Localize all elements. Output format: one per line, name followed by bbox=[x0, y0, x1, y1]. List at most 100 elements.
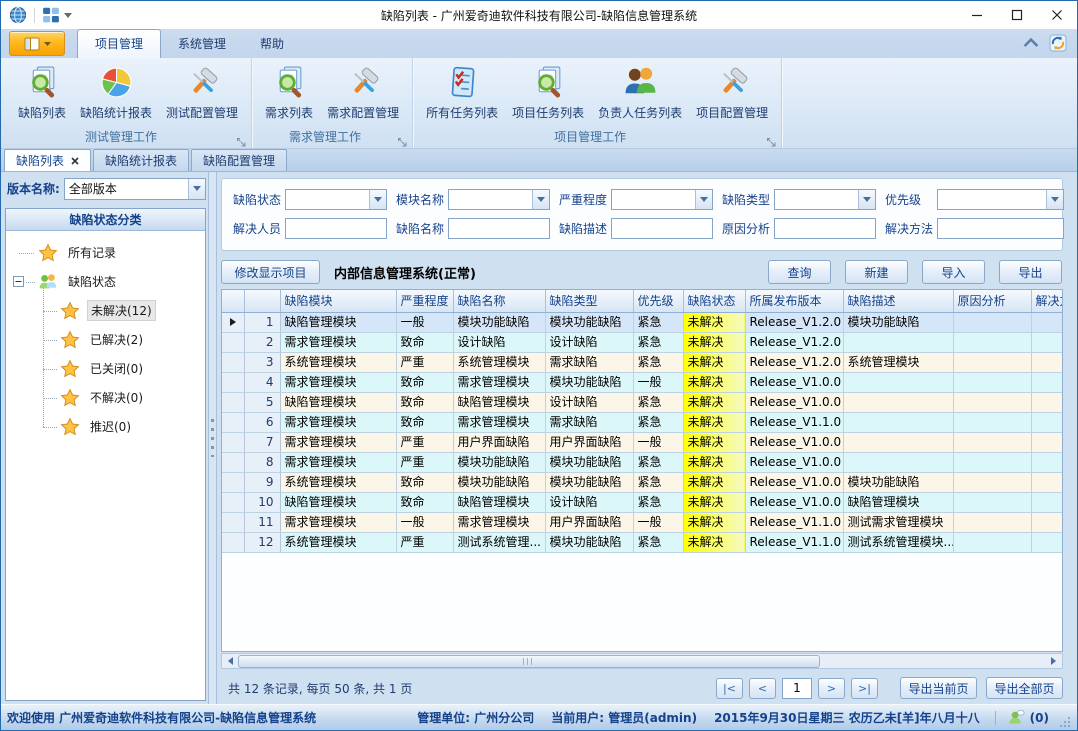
prev-page-button[interactable]: < bbox=[749, 678, 776, 699]
column-header[interactable]: 缺陷类型 bbox=[545, 290, 633, 312]
row-selector[interactable] bbox=[222, 332, 244, 352]
row-selector[interactable] bbox=[222, 472, 244, 492]
scrollbar-thumb[interactable] bbox=[238, 655, 820, 668]
column-header[interactable]: 缺陷名称 bbox=[453, 290, 545, 312]
tree-item[interactable]: 推迟(0) bbox=[6, 412, 205, 441]
tree-item[interactable]: 未解决(12) bbox=[6, 296, 205, 325]
doc-tab[interactable]: 缺陷列表 bbox=[4, 149, 91, 171]
column-header[interactable]: 优先级 bbox=[633, 290, 683, 312]
ribbon-button[interactable]: 缺陷列表 bbox=[11, 61, 73, 130]
version-select[interactable]: 全部版本 bbox=[64, 178, 206, 200]
table-row[interactable]: 9系统管理模块致命模块功能缺陷模块功能缺陷紧急未解决Release_V1.0.0… bbox=[222, 472, 1063, 492]
export-current-page-button[interactable]: 导出当前页 bbox=[900, 677, 977, 699]
export-button[interactable]: 导出 bbox=[999, 260, 1062, 284]
row-selector[interactable] bbox=[222, 452, 244, 472]
maximize-button[interactable] bbox=[997, 1, 1037, 29]
chevron-down-icon[interactable] bbox=[858, 190, 875, 209]
column-header[interactable]: 解决方法 bbox=[1031, 290, 1063, 312]
filter-input[interactable] bbox=[611, 218, 713, 239]
tree-item[interactable]: 所有记录 bbox=[6, 238, 205, 267]
ribbon-button[interactable]: 负责人任务列表 bbox=[591, 61, 689, 130]
table-row[interactable]: 5缺陷管理模块致命缺陷管理模块设计缺陷紧急未解决Release_V1.0.0 bbox=[222, 392, 1063, 412]
close-button[interactable] bbox=[1037, 1, 1077, 29]
table-row[interactable]: 11需求管理模块一般需求管理模块用户界面缺陷一般未解决Release_V1.1.… bbox=[222, 512, 1063, 532]
column-header[interactable]: 严重程度 bbox=[396, 290, 453, 312]
ribbon-tab[interactable]: 系统管理 bbox=[161, 30, 243, 58]
column-header[interactable]: 所属发布版本 bbox=[745, 290, 843, 312]
column-header[interactable]: 原因分析 bbox=[953, 290, 1031, 312]
row-selector[interactable] bbox=[222, 352, 244, 372]
chevron-down-icon[interactable] bbox=[695, 190, 712, 209]
table-row[interactable]: 12系统管理模块严重测试系统管理...模块功能缺陷紧急未解决Release_V1… bbox=[222, 532, 1063, 552]
ribbon-button[interactable]: 所有任务列表 bbox=[419, 61, 505, 130]
column-header[interactable]: 缺陷状态 bbox=[683, 290, 745, 312]
ribbon-tab[interactable]: 项目管理 bbox=[77, 29, 161, 58]
row-selector[interactable] bbox=[222, 432, 244, 452]
search-button[interactable]: 查询 bbox=[768, 260, 831, 284]
ribbon-button[interactable]: 测试配置管理 bbox=[159, 61, 245, 130]
table-row[interactable]: 6需求管理模块致命需求管理模块需求缺陷紧急未解决Release_V1.1.0 bbox=[222, 412, 1063, 432]
tree-item[interactable]: 不解决(0) bbox=[6, 383, 205, 412]
dialog-launcher-icon[interactable] bbox=[236, 133, 247, 144]
ribbon-button[interactable]: 缺陷统计报表 bbox=[73, 61, 159, 130]
scroll-right-icon[interactable] bbox=[1046, 655, 1061, 668]
chevron-down-icon[interactable] bbox=[369, 190, 386, 209]
row-selector[interactable] bbox=[222, 372, 244, 392]
export-all-pages-button[interactable]: 导出全部页 bbox=[986, 677, 1063, 699]
row-selector[interactable] bbox=[222, 532, 244, 552]
table-row[interactable]: 1缺陷管理模块一般模块功能缺陷模块功能缺陷紧急未解决Release_V1.2.0… bbox=[222, 312, 1063, 332]
tree-item[interactable]: 缺陷状态 bbox=[6, 267, 205, 296]
row-selector[interactable] bbox=[222, 312, 244, 332]
app-logo-icon[interactable] bbox=[9, 6, 27, 24]
collapse-icon[interactable] bbox=[13, 276, 24, 287]
next-page-button[interactable]: > bbox=[818, 678, 845, 699]
table-row[interactable]: 4需求管理模块致命需求管理模块模块功能缺陷一般未解决Release_V1.0.0 bbox=[222, 372, 1063, 392]
dialog-launcher-icon[interactable] bbox=[766, 133, 777, 144]
filter-input[interactable] bbox=[448, 218, 550, 239]
page-number-input[interactable] bbox=[782, 678, 812, 699]
filter-input[interactable] bbox=[285, 218, 387, 239]
quick-access-grid-icon[interactable] bbox=[42, 6, 60, 24]
chevron-down-icon[interactable] bbox=[188, 179, 205, 199]
ribbon-button[interactable]: 项目任务列表 bbox=[505, 61, 591, 130]
table-row[interactable]: 10缺陷管理模块致命缺陷管理模块设计缺陷紧急未解决Release_V1.0.0缺… bbox=[222, 492, 1063, 512]
table-row[interactable]: 7需求管理模块严重用户界面缺陷用户界面缺陷一般未解决Release_V1.0.0 bbox=[222, 432, 1063, 452]
filter-combo[interactable] bbox=[285, 189, 387, 210]
dialog-launcher-icon[interactable] bbox=[397, 133, 408, 144]
modify-columns-button[interactable]: 修改显示项目 bbox=[221, 260, 320, 284]
row-selector[interactable] bbox=[222, 412, 244, 432]
column-header[interactable]: 缺陷模块 bbox=[280, 290, 396, 312]
row-selector[interactable] bbox=[222, 492, 244, 512]
row-selector[interactable] bbox=[222, 512, 244, 532]
table-row[interactable]: 2需求管理模块致命设计缺陷设计缺陷紧急未解决Release_V1.2.0 bbox=[222, 332, 1063, 352]
import-button[interactable]: 导入 bbox=[922, 260, 985, 284]
filter-input[interactable] bbox=[937, 218, 1064, 239]
row-selector[interactable] bbox=[222, 392, 244, 412]
ribbon-button[interactable]: 需求配置管理 bbox=[320, 61, 406, 130]
doc-tab[interactable]: 缺陷统计报表 bbox=[93, 149, 189, 171]
doc-tab[interactable]: 缺陷配置管理 bbox=[191, 149, 287, 171]
table-row[interactable]: 3系统管理模块严重系统管理模块需求缺陷紧急未解决Release_V1.2.0系统… bbox=[222, 352, 1063, 372]
scroll-left-icon[interactable] bbox=[223, 655, 238, 668]
tree-item[interactable]: 已关闭(0) bbox=[6, 354, 205, 383]
column-header[interactable]: 缺陷描述 bbox=[843, 290, 953, 312]
quick-access-dropdown-icon[interactable] bbox=[64, 13, 72, 18]
tree-item[interactable]: 已解决(2) bbox=[6, 325, 205, 354]
splitter[interactable] bbox=[208, 172, 217, 704]
filter-combo[interactable] bbox=[774, 189, 876, 210]
ribbon-button[interactable]: 需求列表 bbox=[258, 61, 320, 130]
last-page-button[interactable]: >| bbox=[851, 678, 878, 699]
first-page-button[interactable]: |< bbox=[716, 678, 743, 699]
ribbon-button[interactable]: 项目配置管理 bbox=[689, 61, 775, 130]
ribbon-tab[interactable]: 帮助 bbox=[243, 30, 301, 58]
new-button[interactable]: 新建 bbox=[845, 260, 908, 284]
scrollbar-track[interactable] bbox=[238, 655, 1046, 668]
online-user-icon[interactable] bbox=[1008, 709, 1025, 726]
table-row[interactable]: 8需求管理模块严重模块功能缺陷模块功能缺陷紧急未解决Release_V1.0.0 bbox=[222, 452, 1063, 472]
minimize-button[interactable] bbox=[957, 1, 997, 29]
chevron-down-icon[interactable] bbox=[532, 190, 549, 209]
close-tab-icon[interactable] bbox=[71, 157, 79, 165]
filter-input[interactable] bbox=[774, 218, 876, 239]
horizontal-scrollbar[interactable] bbox=[221, 653, 1063, 669]
filter-combo[interactable] bbox=[937, 189, 1064, 210]
